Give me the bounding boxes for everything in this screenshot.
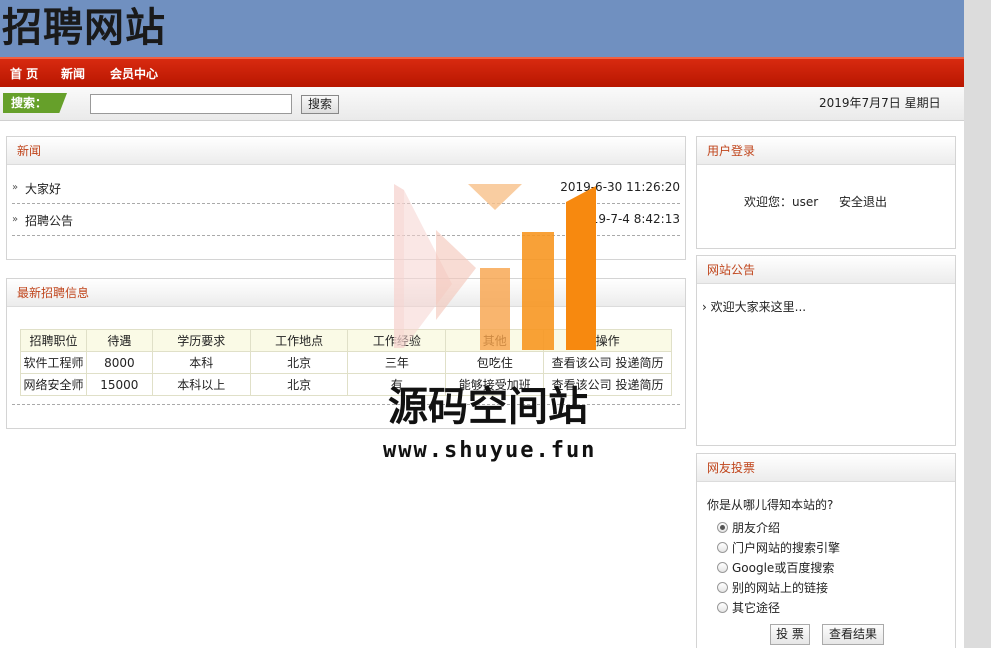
radio-button[interactable] (717, 582, 728, 593)
table-cell: 软件工程师 (20, 351, 87, 374)
welcome-text: 欢迎您：user (744, 195, 819, 209)
vote-option[interactable]: 其它途径 (717, 601, 780, 615)
vote-option-label[interactable]: Google或百度搜索 (732, 561, 834, 575)
notice-panel-title: 网站公告 (697, 256, 955, 284)
radio-button[interactable] (717, 542, 728, 553)
vote-option-label[interactable]: 其它途径 (732, 601, 780, 615)
vote-option-label[interactable]: 门户网站的搜索引擎 (732, 541, 840, 555)
radio-button[interactable] (717, 562, 728, 573)
radio-button[interactable] (717, 602, 728, 613)
search-input[interactable] (90, 94, 292, 114)
site-logo[interactable]: 招聘网站 (2, 6, 166, 50)
vote-results-button[interactable]: 查看结果 (822, 624, 884, 645)
vote-panel: 网友投票 你是从哪儿得知本站的? 朋友介绍 门户网站的搜索引擎 Google或百… (696, 453, 956, 648)
news-item-title[interactable]: 大家好 (25, 180, 61, 197)
vote-option-label[interactable]: 别的网站上的链接 (732, 581, 828, 595)
vote-option[interactable]: 朋友介绍 (717, 521, 780, 535)
column-header: 招聘职位 (20, 329, 87, 352)
nav-item-home[interactable]: 首 页 (10, 67, 38, 81)
login-panel: 用户登录 欢迎您：user 安全退出 (696, 136, 956, 249)
logout-link[interactable]: 安全退出 (839, 193, 887, 210)
watermark-title: 源码空间站 (388, 384, 588, 430)
table-cell: 本科以上 (151, 373, 251, 396)
login-panel-title: 用户登录 (697, 137, 955, 165)
double-arrow-icon: » (12, 182, 19, 193)
notice-item[interactable]: › 欢迎大家来这里... (702, 298, 806, 315)
table-cell: 15000 (85, 373, 153, 396)
search-bar: 搜索： 搜索 2019年7月7日 星期日 (0, 87, 964, 121)
vote-option[interactable]: Google或百度搜索 (717, 561, 834, 575)
notice-item-text[interactable]: 欢迎大家来这里... (711, 300, 806, 314)
scrollbar-area[interactable] (964, 0, 991, 648)
column-header: 学历要求 (151, 329, 251, 352)
table-cell: 8000 (85, 351, 153, 374)
radio-button[interactable] (717, 522, 728, 533)
page: 招聘网站 首 页 新闻 会员中心 搜索： 搜索 2019年7月7日 星期日 新闻… (0, 0, 964, 648)
vote-submit-button[interactable]: 投 票 (770, 624, 810, 645)
vote-option-label[interactable]: 朋友介绍 (732, 521, 780, 535)
vote-option[interactable]: 门户网站的搜索引擎 (717, 541, 840, 555)
news-item-title[interactable]: 招聘公告 (25, 212, 73, 229)
arrow-icon: › (702, 300, 707, 314)
table-cell: 北京 (249, 373, 349, 396)
vote-question: 你是从哪儿得知本站的? (707, 498, 834, 512)
notice-panel: 网站公告 › 欢迎大家来这里... (696, 255, 956, 446)
nav-item-member-center[interactable]: 会员中心 (110, 67, 158, 81)
nav-item-news[interactable]: 新闻 (61, 67, 85, 81)
table-cell: 北京 (249, 351, 349, 374)
vote-panel-title: 网友投票 (697, 454, 955, 482)
double-arrow-icon: » (12, 214, 19, 225)
search-label: 搜索： (3, 93, 67, 113)
site-header: 招聘网站 (0, 0, 964, 57)
news-panel-title: 新闻 (7, 137, 685, 165)
column-header: 工作地点 (249, 329, 349, 352)
current-date: 2019年7月7日 星期日 (819, 96, 941, 110)
column-header: 待遇 (85, 329, 153, 352)
search-button[interactable]: 搜索 (301, 95, 339, 114)
watermark-url: www.shuyue.fun (383, 438, 597, 463)
table-cell: 网络安全师 (20, 373, 87, 396)
vote-option[interactable]: 别的网站上的链接 (717, 581, 828, 595)
main-nav: 首 页 新闻 会员中心 (0, 57, 964, 87)
table-cell: 本科 (151, 351, 251, 374)
